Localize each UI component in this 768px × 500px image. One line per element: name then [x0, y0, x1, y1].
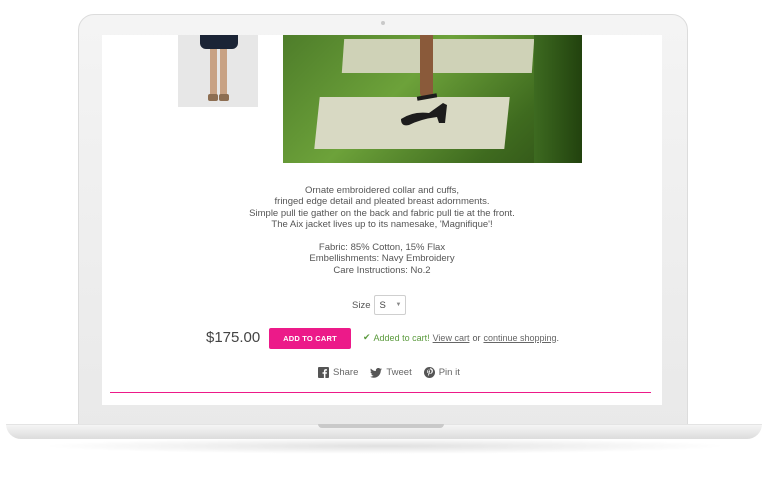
add-to-cart-button[interactable]: ADD TO CART	[269, 328, 351, 349]
view-cart-link[interactable]: View cart	[433, 333, 470, 343]
product-main-image	[283, 35, 582, 163]
laptop-shadow	[40, 438, 730, 454]
added-message: Added to cart!	[373, 332, 430, 343]
pinterest-icon[interactable]	[423, 367, 435, 378]
facebook-icon[interactable]	[318, 367, 329, 378]
leg	[420, 35, 433, 97]
size-row: Size S ▼	[352, 294, 407, 316]
product-thumbnail[interactable]	[178, 35, 258, 107]
or-text: or	[472, 332, 481, 343]
size-select[interactable]: S ▼	[374, 295, 407, 315]
section-divider	[110, 392, 651, 393]
product-description: Ornate embroidered collar and cuffs, fri…	[249, 185, 515, 231]
thumbnail-dress	[200, 35, 238, 49]
facebook-share-link[interactable]: Share	[333, 367, 358, 378]
size-value: S	[379, 299, 386, 311]
twitter-share-link[interactable]: Tweet	[386, 367, 411, 378]
continue-shopping-link[interactable]: continue shopping	[483, 333, 556, 343]
laptop-notch	[318, 424, 444, 428]
pinterest-share-link[interactable]: Pin it	[439, 367, 460, 378]
cart-confirmation: ✔ Added to cart! View cart or continue s…	[363, 332, 560, 343]
product-page: Ornate embroidered collar and cuffs, fri…	[102, 35, 662, 405]
size-label: Size	[352, 299, 371, 311]
stepping-stone	[341, 39, 535, 73]
product-details: Fabric: 85% Cotton, 15% Flax Embellishme…	[309, 242, 455, 276]
twitter-icon[interactable]	[370, 367, 383, 378]
chevron-down-icon: ▼	[395, 302, 402, 308]
social-share: Share Tweet Pin it	[318, 367, 460, 378]
product-price: $175.00	[206, 329, 261, 346]
hedge	[534, 35, 582, 163]
checkmark-icon: ✔	[363, 332, 371, 342]
webcam	[381, 21, 385, 25]
sandal	[401, 93, 447, 126]
